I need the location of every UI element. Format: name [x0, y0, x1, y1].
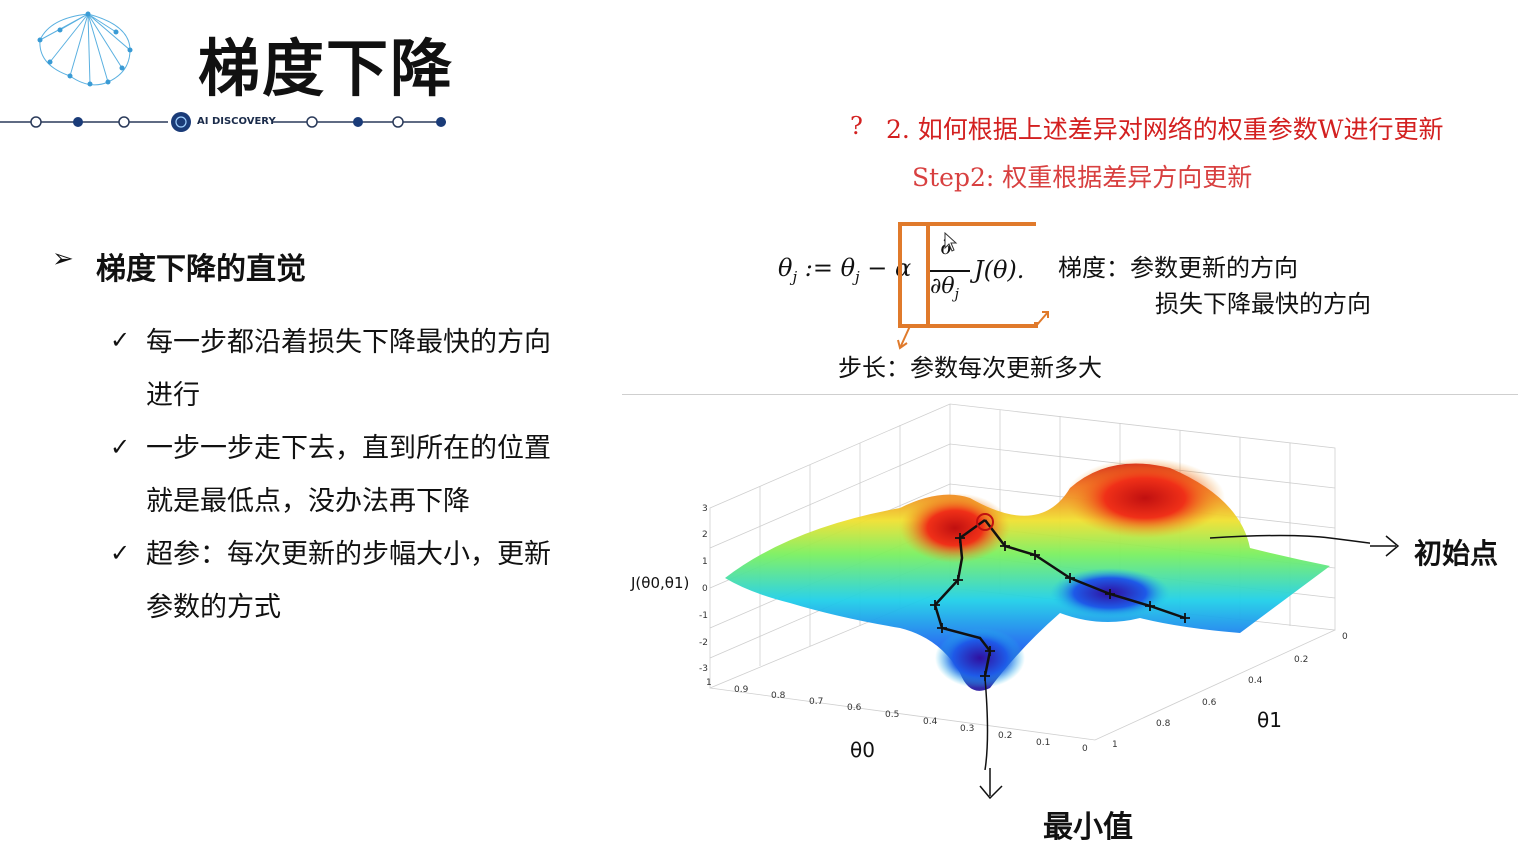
step-size-label: 步长：参数每次更新多大	[838, 354, 1102, 382]
section-heading: 梯度下降的直觉	[96, 252, 306, 287]
bullet-line: 超参：每次更新的步幅大小，更新	[146, 539, 551, 570]
x-tick: 0.3	[960, 724, 975, 734]
x-tick: 1	[706, 678, 712, 688]
z-tick: 2	[702, 530, 708, 540]
question-mark: ?	[850, 112, 863, 140]
bullet-line: 就是最低点，没办法再下降	[146, 486, 470, 517]
x-tick: 0.9	[734, 685, 749, 695]
z-tick: -2	[699, 638, 708, 648]
formula-lhs: θ	[778, 254, 793, 282]
min-arrow-icon	[979, 768, 1003, 800]
step-text: Step2: 权重根据差异方向更新	[912, 163, 1253, 192]
y-tick: 0.4	[1248, 676, 1263, 686]
y-tick: 0.2	[1294, 655, 1309, 665]
y-tick: 0.6	[1202, 698, 1217, 708]
x-axis-label: θ0	[850, 738, 875, 762]
logo-icon	[37, 11, 133, 87]
check-icon: ✓	[110, 326, 131, 354]
x-tick: 0.7	[809, 697, 824, 707]
formula-assign: := θ	[797, 254, 856, 282]
x-tick: 0.1	[1036, 738, 1051, 748]
highlight-boxes	[897, 222, 1049, 350]
z-tick: 3	[702, 504, 708, 514]
z-tick: 1	[702, 557, 708, 567]
mouse-cursor-icon	[944, 232, 958, 252]
x-tick: 0.5	[885, 710, 900, 720]
page-title: 梯度下降	[198, 32, 455, 105]
gradient-label: 梯度：参数更新的方向	[1058, 254, 1298, 282]
z-tick: -3	[699, 664, 708, 674]
x-tick: 0.6	[847, 703, 862, 713]
start-point-label: 初始点	[1414, 537, 1499, 570]
check-icon: ✓	[110, 433, 131, 461]
arrow-bullet-icon: ➢	[52, 244, 74, 274]
x-tick: 0.2	[998, 731, 1013, 741]
z-tick: -1	[699, 611, 708, 621]
bullet-line: 进行	[146, 380, 200, 411]
x-tick: 0.8	[771, 691, 786, 701]
z-axis-label: J(θ0,θ1)	[631, 574, 690, 592]
divider	[622, 394, 1518, 395]
question-text: 2. 如何根据上述差异对网络的权重参数W进行更新	[886, 115, 1444, 144]
gradient-note: 损失下降最快的方向	[1155, 290, 1371, 318]
bullet-line: 参数的方式	[146, 592, 281, 623]
y-tick: 1	[1112, 740, 1118, 750]
y-axis-label: θ1	[1257, 708, 1282, 732]
x-tick: 0.4	[923, 717, 938, 727]
start-arrow-icon	[1370, 535, 1400, 557]
y-tick: 0.8	[1156, 719, 1171, 729]
bullet-line: 一步一步走下去，直到所在的位置	[146, 433, 551, 464]
x-tick: 0	[1082, 744, 1088, 754]
minimum-label: 最小值	[1043, 810, 1133, 845]
y-tick: 0	[1342, 632, 1348, 642]
bullet-line: 每一步都沿着损失下降最快的方向	[146, 327, 551, 358]
brand-name: AI DISCOVERY	[197, 116, 276, 127]
z-tick: 0	[702, 584, 708, 594]
check-icon: ✓	[110, 539, 131, 567]
